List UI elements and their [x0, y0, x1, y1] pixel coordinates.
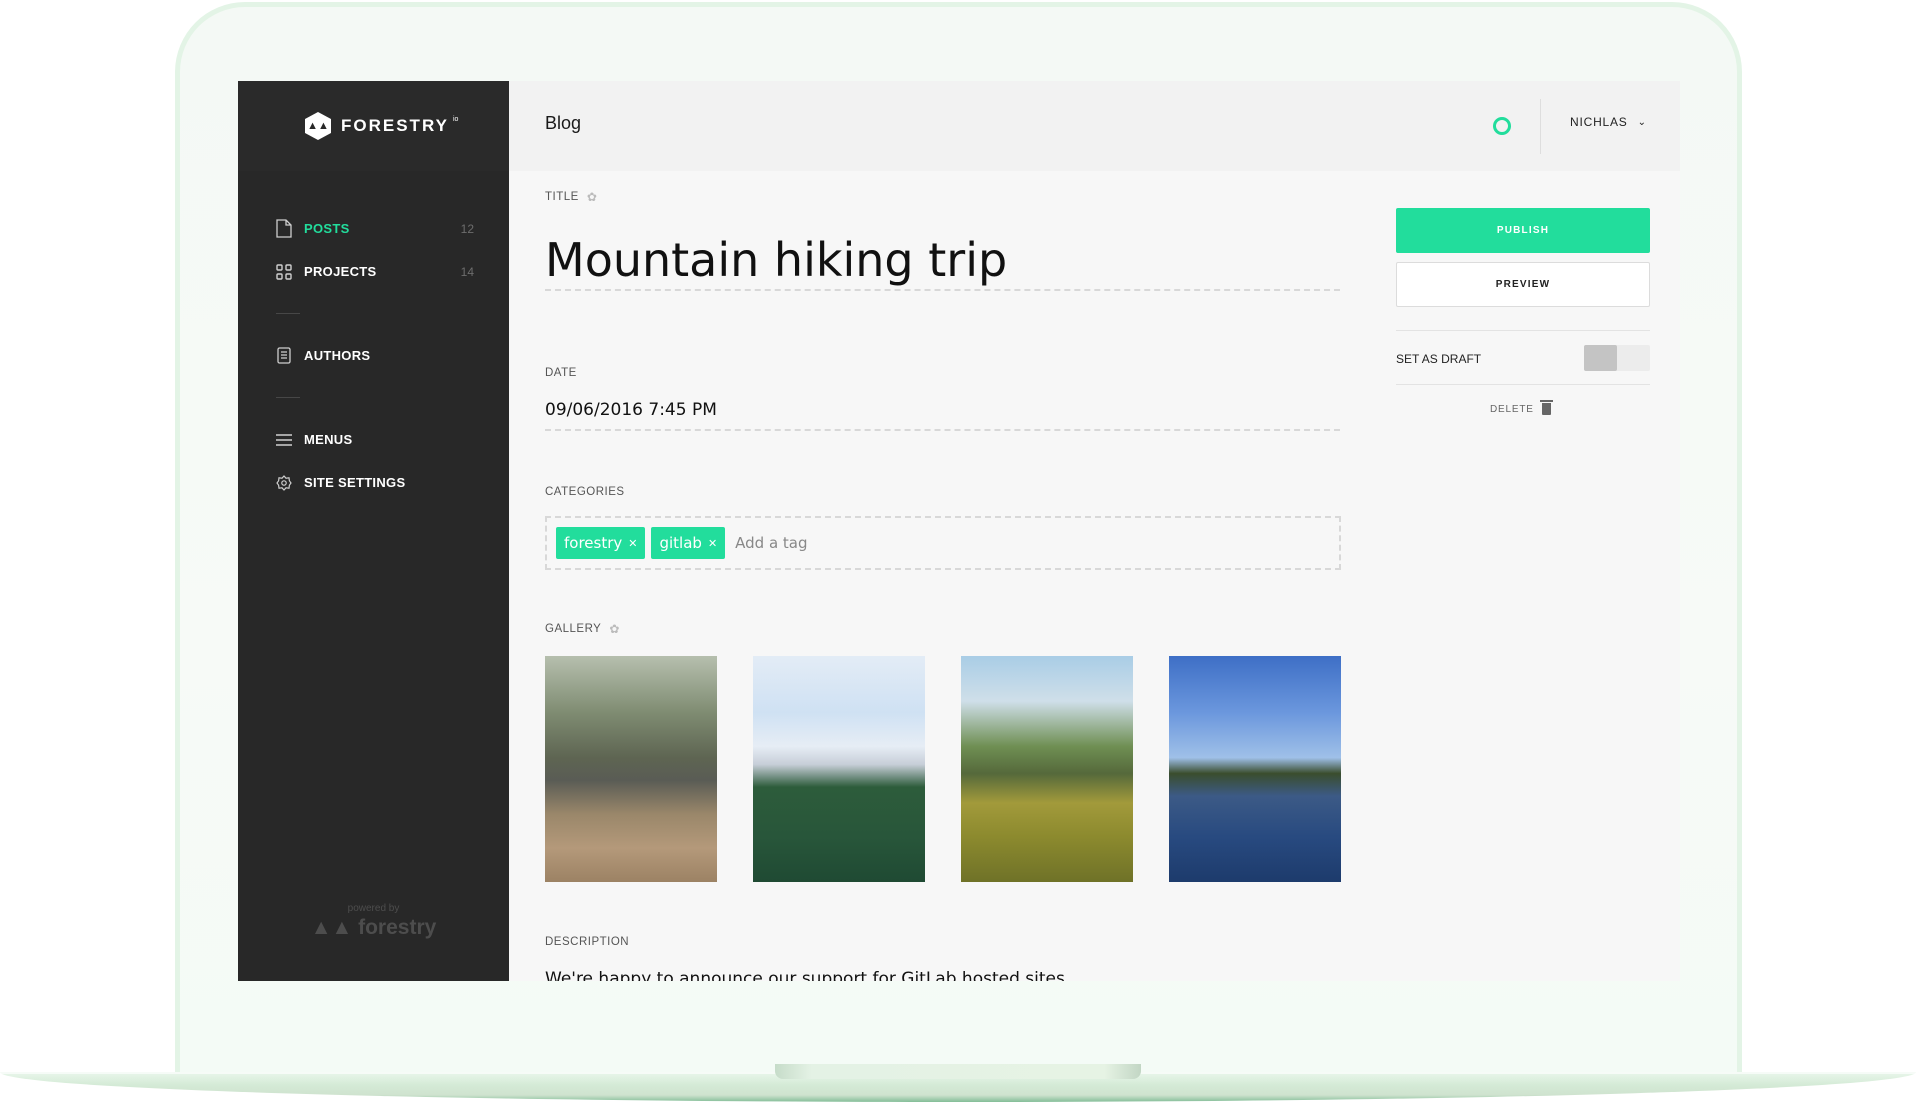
- sidebar-item-count: 14: [460, 264, 474, 279]
- panel-divider: [1396, 384, 1650, 385]
- tag-forestry: forestry ✕: [556, 527, 646, 559]
- page-title: Blog: [545, 113, 582, 133]
- sidebar-item-label: PROJECTS: [304, 264, 377, 279]
- gallery-image[interactable]: [1169, 656, 1341, 882]
- menu-icon: [274, 430, 294, 450]
- tag-gitlab: gitlab ✕: [651, 527, 726, 559]
- description-input[interactable]: We're happy to announce our support for …: [545, 969, 1065, 981]
- top-header: Blog NICHLAS ⌄: [509, 81, 1680, 171]
- tag-label: gitlab: [659, 534, 702, 552]
- sidebar-item-authors[interactable]: AUTHORS: [274, 334, 474, 377]
- trees-icon: ▲▲: [310, 916, 359, 939]
- gallery-label-text: GALLERY: [545, 623, 602, 635]
- status-indicator-icon: [1493, 117, 1511, 135]
- sidebar-item-label: MENUS: [304, 432, 353, 447]
- publish-button[interactable]: PUBLISH: [1396, 208, 1650, 253]
- categories-label: CATEGORIES: [545, 486, 625, 498]
- title-input[interactable]: [545, 231, 1340, 291]
- description-label: DESCRIPTION: [545, 936, 630, 948]
- nav-divider: [276, 397, 300, 398]
- preview-button[interactable]: PREVIEW: [1396, 262, 1650, 307]
- brand-name: FORESTRY: [341, 116, 449, 135]
- powered-brand: ▲▲ forestry: [238, 916, 509, 940]
- gallery-image[interactable]: [753, 656, 925, 882]
- nav-divider: [276, 313, 300, 314]
- date-label: DATE: [545, 367, 577, 379]
- tag-label: forestry: [564, 534, 623, 552]
- sidebar-item-menus[interactable]: MENUS: [274, 418, 474, 461]
- sidebar-item-count: 12: [460, 221, 474, 236]
- gear-icon: [274, 473, 294, 493]
- list-document-icon: [274, 346, 294, 366]
- app-window: ▲▲ FORESTRY io POSTS 12 PROJECTS 14 AUTH…: [238, 81, 1680, 981]
- trees-hexagon-icon: ▲▲: [305, 112, 331, 140]
- categories-tag-input[interactable]: forestry ✕ gitlab ✕: [545, 516, 1341, 570]
- powered-brand-name: forestry: [358, 916, 437, 939]
- add-tag-input[interactable]: [735, 534, 936, 552]
- draft-label: SET AS DRAFT: [1396, 352, 1482, 366]
- sidebar-item-projects[interactable]: PROJECTS 14: [274, 250, 474, 293]
- gallery-image[interactable]: [545, 656, 717, 882]
- gallery: [545, 656, 1341, 882]
- brand-suffix: io: [452, 115, 459, 123]
- gear-icon[interactable]: ✿: [587, 190, 598, 204]
- laptop-notch: [775, 1064, 1141, 1079]
- gallery-label: GALLERY ✿: [545, 622, 620, 636]
- draft-toggle[interactable]: [1584, 345, 1650, 371]
- panel-divider: [1396, 330, 1650, 331]
- sidebar-item-label: AUTHORS: [304, 348, 371, 363]
- delete-button[interactable]: DELETE: [1490, 400, 1553, 415]
- sidebar-item-label: POSTS: [304, 221, 350, 236]
- sidebar-item-site-settings[interactable]: SITE SETTINGS: [274, 461, 474, 504]
- remove-tag-icon[interactable]: ✕: [628, 537, 637, 550]
- brand-logo[interactable]: ▲▲ FORESTRY io: [305, 112, 464, 140]
- header-divider: [1540, 99, 1541, 154]
- gallery-image[interactable]: [961, 656, 1133, 882]
- chevron-down-icon: ⌄: [1637, 116, 1647, 128]
- powered-by-forestry[interactable]: powered by ▲▲ forestry: [238, 903, 509, 940]
- powered-by-text: powered by: [347, 903, 400, 914]
- gear-icon[interactable]: ✿: [609, 622, 620, 636]
- grid-icon: [274, 262, 294, 282]
- sidebar-nav: POSTS 12 PROJECTS 14 AUTHORS MENUS SITE …: [274, 207, 474, 504]
- title-label-text: TITLE: [545, 191, 579, 203]
- toggle-knob: [1584, 345, 1617, 371]
- sidebar: ▲▲ FORESTRY io POSTS 12 PROJECTS 14 AUTH…: [238, 81, 509, 981]
- date-input[interactable]: [545, 391, 1340, 431]
- user-name: NICHLAS: [1570, 115, 1628, 129]
- sidebar-item-label: SITE SETTINGS: [304, 475, 406, 490]
- document-icon: [274, 219, 294, 239]
- sidebar-item-posts[interactable]: POSTS 12: [274, 207, 474, 250]
- delete-label: DELETE: [1490, 403, 1534, 415]
- user-menu[interactable]: NICHLAS ⌄: [1570, 115, 1646, 129]
- title-label: TITLE ✿: [545, 190, 597, 204]
- remove-tag-icon[interactable]: ✕: [708, 537, 717, 550]
- trash-icon: [1539, 400, 1553, 415]
